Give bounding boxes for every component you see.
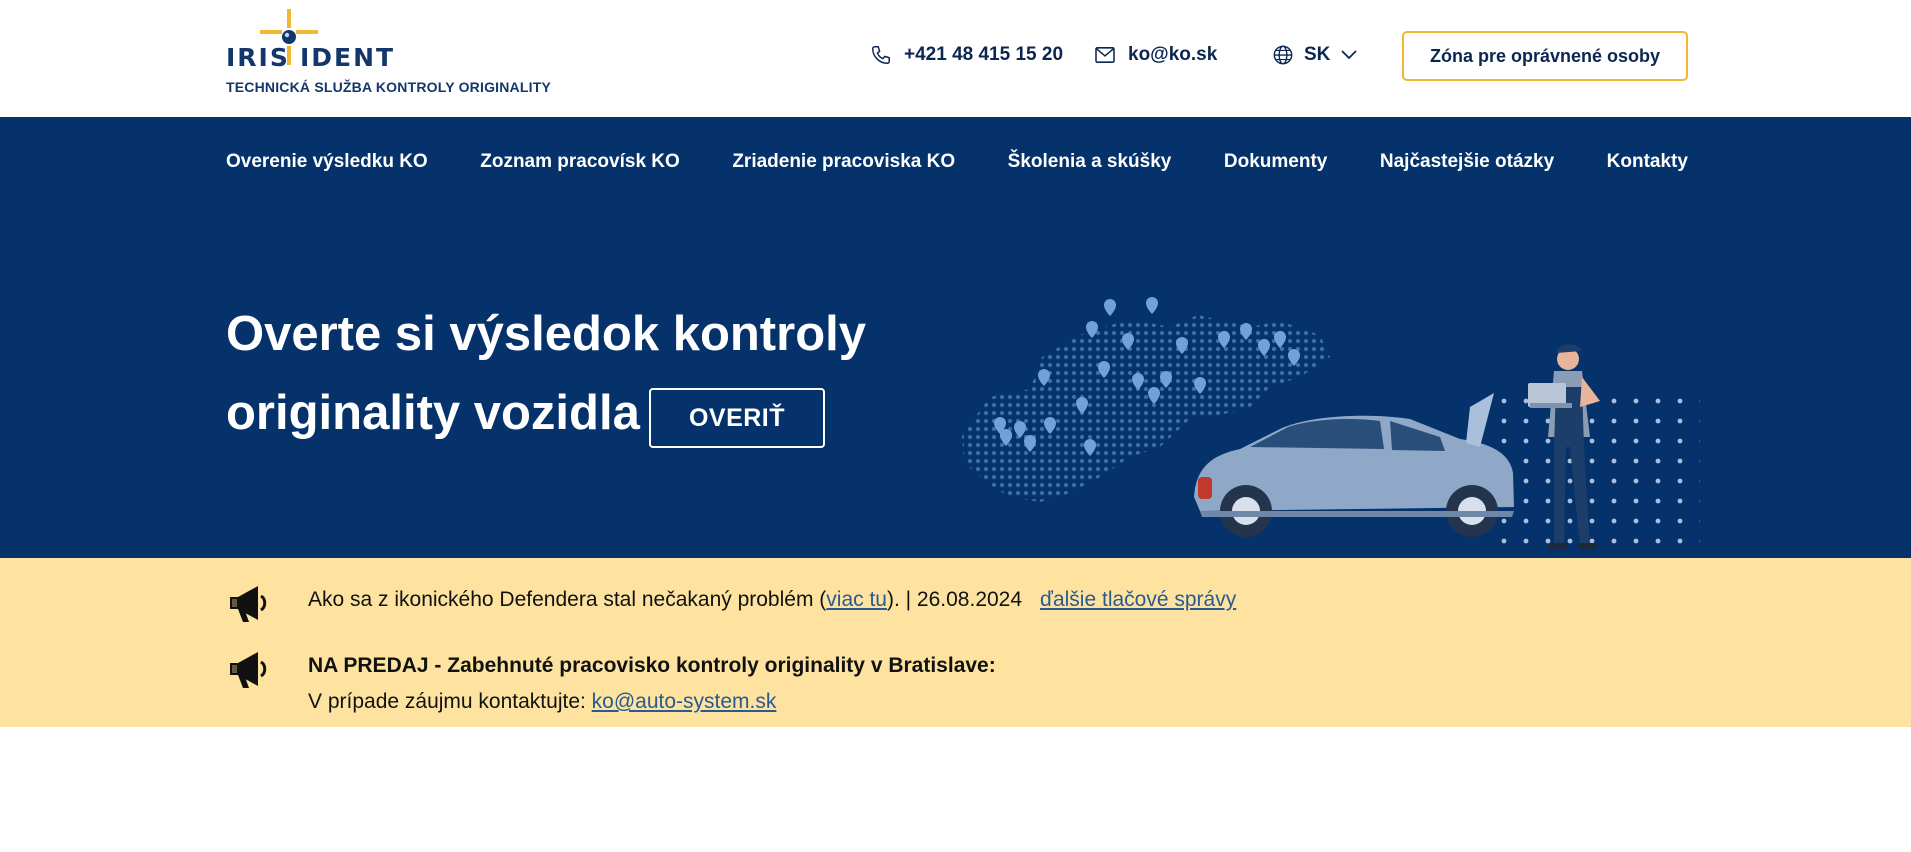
- announcement-bar: Ako sa z ikonického Defendera stal nečak…: [0, 558, 1911, 727]
- iris-ident-logo[interactable]: IRIS IDENT TECHNICKÁ SLUŽBA KONTROLY ORI…: [226, 9, 556, 99]
- nav-item-faq[interactable]: Najčastejšie otázky: [1380, 151, 1554, 173]
- language-code: SK: [1304, 44, 1331, 65]
- sale-contact-email-link[interactable]: ko@auto-system.sk: [592, 690, 777, 713]
- announcement-press: Ako sa z ikonického Defendera stal nečak…: [226, 582, 1236, 626]
- globe-icon: [1273, 45, 1293, 65]
- hero-title-line1: Overte si výsledok kontroly: [226, 307, 866, 361]
- sale-notice-text: NA PREDAJ - Zabehnuté pracovisko kontrol…: [308, 648, 996, 720]
- nav-item-verification[interactable]: Overenie výsledku KO: [226, 151, 428, 173]
- nav-item-documents[interactable]: Dokumenty: [1224, 151, 1327, 173]
- site-header: IRIS IDENT TECHNICKÁ SLUŽBA KONTROLY ORI…: [0, 0, 1911, 117]
- car-shape: [1194, 393, 1514, 537]
- main-navigation: Overenie výsledku KO Zoznam pracovísk KO…: [226, 151, 1688, 173]
- email-contact[interactable]: ko@ko.sk: [1094, 44, 1217, 66]
- phone-contact[interactable]: +421 48 415 15 20: [870, 44, 1063, 66]
- phone-icon: [872, 46, 890, 64]
- press-releases-link[interactable]: ďalšie tlačové správy: [1040, 588, 1236, 611]
- email-address[interactable]: ko@ko.sk: [1128, 44, 1217, 66]
- phone-number[interactable]: +421 48 415 15 20: [904, 44, 1063, 66]
- nav-item-contacts[interactable]: Kontakty: [1607, 151, 1688, 173]
- mail-icon: [1095, 47, 1115, 63]
- chevron-down-icon: [1341, 50, 1358, 60]
- press-notice-date: ). | 26.08.2024: [886, 588, 1023, 611]
- press-notice-headline: Ako sa z ikonického Defendera stal nečak…: [308, 588, 827, 611]
- logo-word-iris: IRIS: [226, 43, 290, 72]
- language-selector[interactable]: SK: [1272, 44, 1358, 66]
- megaphone-icon: [230, 652, 267, 688]
- hero-section: Overenie výsledku KO Zoznam pracovísk KO…: [0, 117, 1911, 558]
- megaphone-icon: [230, 586, 267, 622]
- nav-item-trainings[interactable]: Školenia a skúšky: [1008, 151, 1172, 173]
- authorized-zone-button[interactable]: Zóna pre oprávnené osoby: [1402, 31, 1688, 81]
- sale-notice-contact-label: V prípade záujmu kontaktujte:: [308, 690, 592, 713]
- nav-item-establish-workplace[interactable]: Zriadenie pracoviska KO: [732, 151, 955, 173]
- announcement-sale: NA PREDAJ - Zabehnuté pracovisko kontrol…: [226, 648, 996, 720]
- more-info-link[interactable]: viac tu: [826, 588, 887, 611]
- nav-item-workplaces[interactable]: Zoznam pracovísk KO: [480, 151, 680, 173]
- press-notice-text: Ako sa z ikonického Defendera stal nečak…: [308, 582, 1236, 618]
- verify-button[interactable]: OVERIŤ: [649, 388, 825, 448]
- logo-tagline: TECHNICKÁ SLUŽBA KONTROLY ORIGINALITY: [226, 79, 551, 95]
- slovakia-map-car-illustration: [962, 297, 1700, 558]
- logo-word-ident: IDENT: [300, 43, 396, 72]
- sale-notice-title: NA PREDAJ - Zabehnuté pracovisko kontrol…: [308, 654, 996, 677]
